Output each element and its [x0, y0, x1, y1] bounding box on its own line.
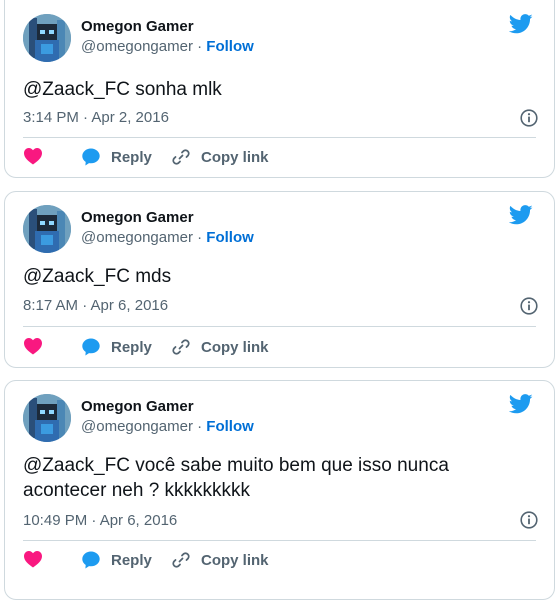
reply-bubble-icon	[82, 148, 100, 166]
author-handle[interactable]: @omegongamer	[81, 38, 193, 55]
tweet-text: @Zaack_FC sonha mlk	[23, 79, 222, 100]
reply-bubble-icon	[82, 551, 100, 569]
divider	[23, 540, 536, 541]
avatar[interactable]	[23, 14, 71, 62]
copy-link-label: Copy link	[201, 338, 269, 356]
author-name[interactable]: Omegon Gamer	[81, 18, 194, 35]
heart-icon	[24, 551, 42, 568]
like-button[interactable]	[23, 337, 53, 355]
tweet-card: Omegon Gamer @omegongamer · Follow @Zaac…	[4, 380, 555, 600]
tweet-timestamp[interactable]: 10:49 PM · Apr 6, 2016	[23, 512, 177, 529]
author-name[interactable]: Omegon Gamer	[81, 209, 194, 226]
tweet-card: Omegon Gamer @omegongamer · Follow @Zaac…	[4, 191, 555, 368]
avatar[interactable]	[23, 394, 71, 442]
copy-link-button[interactable]: Copy link	[171, 147, 269, 167]
tweet-actions: Reply Copy link	[23, 550, 543, 574]
link-icon	[172, 339, 190, 355]
twitter-bird-icon[interactable]	[509, 14, 533, 34]
tweet-header: Omegon Gamer @omegongamer · Follow	[23, 205, 533, 255]
separator: ·	[197, 229, 203, 246]
tweet-card: Omegon Gamer @omegongamer · Follow @Zaac…	[4, 0, 555, 178]
reply-label: Reply	[111, 338, 152, 356]
author-name[interactable]: Omegon Gamer	[81, 398, 194, 415]
tweet-header: Omegon Gamer @omegongamer · Follow	[23, 394, 533, 444]
heart-icon	[24, 148, 42, 165]
tweet-text: @Zaack_FC mds	[23, 266, 172, 287]
twitter-bird-icon[interactable]	[509, 205, 533, 225]
author-handle[interactable]: @omegongamer	[81, 229, 193, 246]
copy-link-label: Copy link	[201, 551, 269, 569]
info-icon[interactable]	[520, 297, 538, 315]
avatar[interactable]	[23, 205, 71, 253]
like-button[interactable]	[23, 550, 53, 568]
heart-icon	[24, 338, 42, 355]
tweet-header: Omegon Gamer @omegongamer · Follow	[23, 14, 533, 64]
tweet-timestamp[interactable]: 8:17 AM · Apr 6, 2016	[23, 297, 168, 314]
tweet-timestamp[interactable]: 3:14 PM · Apr 2, 2016	[23, 109, 169, 126]
follow-button[interactable]: Follow	[206, 229, 254, 246]
divider	[23, 137, 536, 138]
copy-link-button[interactable]: Copy link	[171, 337, 269, 357]
info-icon[interactable]	[520, 109, 538, 127]
author-handle[interactable]: @omegongamer	[81, 418, 193, 435]
reply-button[interactable]: Reply	[81, 147, 152, 167]
author-handle-line: @omegongamer · Follow	[81, 418, 254, 435]
follow-button[interactable]: Follow	[206, 38, 254, 55]
separator: ·	[197, 38, 203, 55]
copy-link-label: Copy link	[201, 148, 269, 166]
link-icon	[172, 552, 190, 568]
tweet-text: @Zaack_FC você sabe muito bem que isso n…	[23, 455, 449, 501]
tweet-actions: Reply Copy link	[23, 337, 543, 361]
info-icon[interactable]	[520, 511, 538, 529]
follow-button[interactable]: Follow	[206, 418, 254, 435]
author-handle-line: @omegongamer · Follow	[81, 38, 254, 55]
reply-label: Reply	[111, 148, 152, 166]
divider	[23, 326, 536, 327]
link-icon	[172, 149, 190, 165]
author-handle-line: @omegongamer · Follow	[81, 229, 254, 246]
reply-button[interactable]: Reply	[81, 550, 152, 570]
reply-button[interactable]: Reply	[81, 337, 152, 357]
twitter-bird-icon[interactable]	[509, 394, 533, 414]
like-button[interactable]	[23, 147, 53, 165]
copy-link-button[interactable]: Copy link	[171, 550, 269, 570]
tweet-actions: Reply Copy link	[23, 147, 543, 171]
reply-label: Reply	[111, 551, 152, 569]
reply-bubble-icon	[82, 338, 100, 356]
separator: ·	[197, 418, 203, 435]
